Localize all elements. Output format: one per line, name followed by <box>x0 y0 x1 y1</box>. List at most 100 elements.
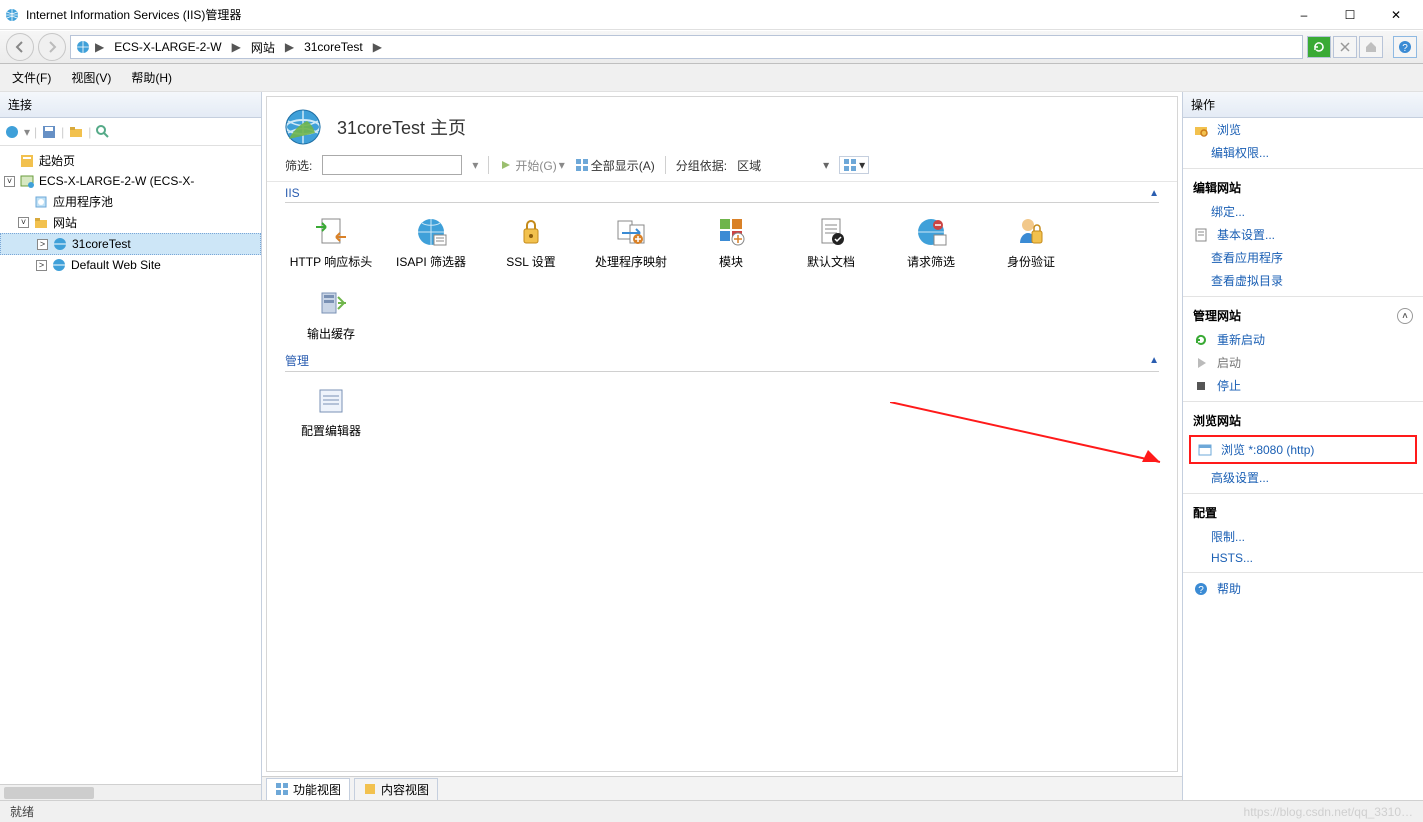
breadcrumb-site[interactable]: 31coreTest <box>298 38 369 56</box>
action-view-vdir[interactable]: 查看虚拟目录 <box>1183 269 1423 292</box>
feature-icon <box>412 213 450 251</box>
left-h-scrollbar[interactable] <box>0 784 261 800</box>
feature-icon <box>312 285 350 323</box>
tree-start-page[interactable]: 起始页 <box>0 150 261 171</box>
feature-icon <box>312 213 350 251</box>
feature-item[interactable]: ISAPI 筛选器 <box>385 209 477 269</box>
collapse-icon[interactable]: ▲ <box>1149 188 1159 199</box>
nav-bar: ▶ ECS-X-LARGE-2-W ▶ 网站 ▶ 31coreTest ▶ ? <box>0 30 1423 64</box>
feature-item[interactable]: 默认文档 <box>785 209 877 269</box>
action-hsts[interactable]: HSTS... <box>1183 548 1423 568</box>
action-stop[interactable]: 停止 <box>1183 374 1423 397</box>
folder-up-icon[interactable] <box>68 124 84 140</box>
show-all-button[interactable]: 全部显示(A) <box>575 157 655 174</box>
group-by-select[interactable]: 区域 ▾ <box>737 157 829 174</box>
action-basic-settings[interactable]: 基本设置... <box>1183 223 1423 246</box>
section-config: 配置 <box>1183 498 1423 525</box>
group-mgmt-header[interactable]: 管理▲ <box>285 352 1159 372</box>
action-restart[interactable]: 重新启动 <box>1183 328 1423 351</box>
breadcrumb-server[interactable]: ECS-X-LARGE-2-W <box>108 38 227 56</box>
action-browse[interactable]: 浏览 <box>1183 118 1423 141</box>
svg-text:?: ? <box>1198 585 1204 596</box>
menu-help[interactable]: 帮助(H) <box>131 69 172 86</box>
view-tabs: 功能视图 内容视图 <box>262 776 1182 800</box>
explore-icon <box>1193 122 1209 138</box>
breadcrumb-bar[interactable]: ▶ ECS-X-LARGE-2-W ▶ 网站 ▶ 31coreTest ▶ <box>70 35 1303 59</box>
action-help[interactable]: ? 帮助 <box>1183 577 1423 600</box>
help-button[interactable]: ? <box>1393 36 1417 58</box>
feature-label: 输出缓存 <box>307 327 355 341</box>
save-icon[interactable] <box>41 124 57 140</box>
back-button[interactable] <box>6 33 34 61</box>
stop-icon <box>1193 378 1209 394</box>
action-edit-permissions[interactable]: 编辑权限... <box>1183 141 1423 164</box>
watermark: https://blog.csdn.net/qq_3310… <box>1244 805 1413 819</box>
tab-features[interactable]: 功能视图 <box>266 778 350 800</box>
feature-item[interactable]: 输出缓存 <box>285 281 377 341</box>
feature-item[interactable]: SSL 设置 <box>485 209 577 269</box>
feature-item[interactable]: 请求筛选 <box>885 209 977 269</box>
status-text: 就绪 <box>10 803 34 820</box>
center-pane: 31coreTest 主页 筛选: ▾ 开始(G) ▾ 全部显示(A) 分组依据… <box>262 92 1183 800</box>
action-start[interactable]: 启动 <box>1183 351 1423 374</box>
feature-item[interactable]: 配置编辑器 <box>285 378 377 438</box>
help-icon: ? <box>1193 581 1209 597</box>
tab-content[interactable]: 内容视图 <box>354 778 438 800</box>
browser-icon <box>1197 442 1213 458</box>
sites-folder-icon <box>33 215 49 231</box>
action-advanced[interactable]: 高级设置... <box>1183 466 1423 489</box>
tree-start-label: 起始页 <box>39 152 75 169</box>
collapse-section-icon[interactable]: ˄ <box>1397 308 1413 324</box>
forward-button[interactable] <box>38 33 66 61</box>
feature-label: 身份验证 <box>1007 255 1055 269</box>
feature-item[interactable]: 模块 <box>685 209 777 269</box>
tree-site-31coretest[interactable]: ˃ 31coreTest <box>0 233 261 255</box>
close-button[interactable]: ✕ <box>1373 0 1419 30</box>
group-by-label: 分组依据: <box>676 157 727 174</box>
breadcrumb-sites[interactable]: 网站 <box>245 37 281 58</box>
tree-toggle[interactable]: ˅ <box>4 176 15 187</box>
search-conn-icon[interactable] <box>95 124 111 140</box>
menu-view[interactable]: 视图(V) <box>71 69 111 86</box>
feature-label: HTTP 响应标头 <box>290 255 372 269</box>
maximize-button[interactable]: ☐ <box>1327 0 1373 30</box>
menu-file[interactable]: 文件(F) <box>12 69 51 86</box>
status-bar: 就绪 https://blog.csdn.net/qq_3310… <box>0 800 1423 822</box>
view-mode-button[interactable]: ▾ <box>839 156 869 174</box>
highlight-annotation: 浏览 *:8080 (http) <box>1189 435 1417 464</box>
feature-label: 配置编辑器 <box>301 424 361 438</box>
feature-label: ISAPI 筛选器 <box>396 255 466 269</box>
feature-label: 默认文档 <box>807 255 855 269</box>
group-iis-header[interactable]: IIS▲ <box>285 186 1159 203</box>
tree-sites[interactable]: ˅ 网站 <box>0 212 261 233</box>
tree-server[interactable]: ˅ ECS-X-LARGE-2-W (ECS-X- <box>0 171 261 191</box>
tree-sites-label: 网站 <box>53 214 77 231</box>
feature-item[interactable]: HTTP 响应标头 <box>285 209 377 269</box>
action-browse-8080[interactable]: 浏览 *:8080 (http) <box>1193 438 1413 461</box>
connections-pane: 连接 ▾ | | | 起始页 ˅ ECS-X-LARGE-2-W (ECS-X- <box>0 92 262 800</box>
section-edit-site: 编辑网站 <box>1183 173 1423 200</box>
action-bindings[interactable]: 绑定... <box>1183 200 1423 223</box>
group-mgmt: 管理▲ 配置编辑器 <box>267 348 1177 444</box>
start-dropdown[interactable]: 开始(G) ▾ <box>499 157 564 174</box>
stop-nav-button[interactable] <box>1333 36 1357 58</box>
connect-icon[interactable] <box>4 124 20 140</box>
tree-site-default[interactable]: ˃ Default Web Site <box>0 255 261 275</box>
minimize-button[interactable]: – <box>1281 0 1327 30</box>
filter-label: 筛选: <box>285 157 312 174</box>
filter-input[interactable] <box>322 155 462 175</box>
action-limits[interactable]: 限制... <box>1183 525 1423 548</box>
feature-icon <box>712 213 750 251</box>
action-view-apps[interactable]: 查看应用程序 <box>1183 246 1423 269</box>
actions-pane: 操作 浏览 编辑权限... 编辑网站 绑定... 基本设置... 查看应用程序 … <box>1183 92 1423 800</box>
feature-item[interactable]: 身份验证 <box>985 209 1077 269</box>
tree-apppool[interactable]: 应用程序池 <box>0 191 261 212</box>
home-button[interactable] <box>1359 36 1383 58</box>
refresh-button[interactable] <box>1307 36 1331 58</box>
actions-header: 操作 <box>1183 92 1423 118</box>
feature-item[interactable]: 处理程序映射 <box>585 209 677 269</box>
site-globe-icon <box>283 107 323 147</box>
svg-text:?: ? <box>1402 43 1408 54</box>
collapse-icon[interactable]: ▲ <box>1149 355 1159 366</box>
site-icon <box>51 257 67 273</box>
